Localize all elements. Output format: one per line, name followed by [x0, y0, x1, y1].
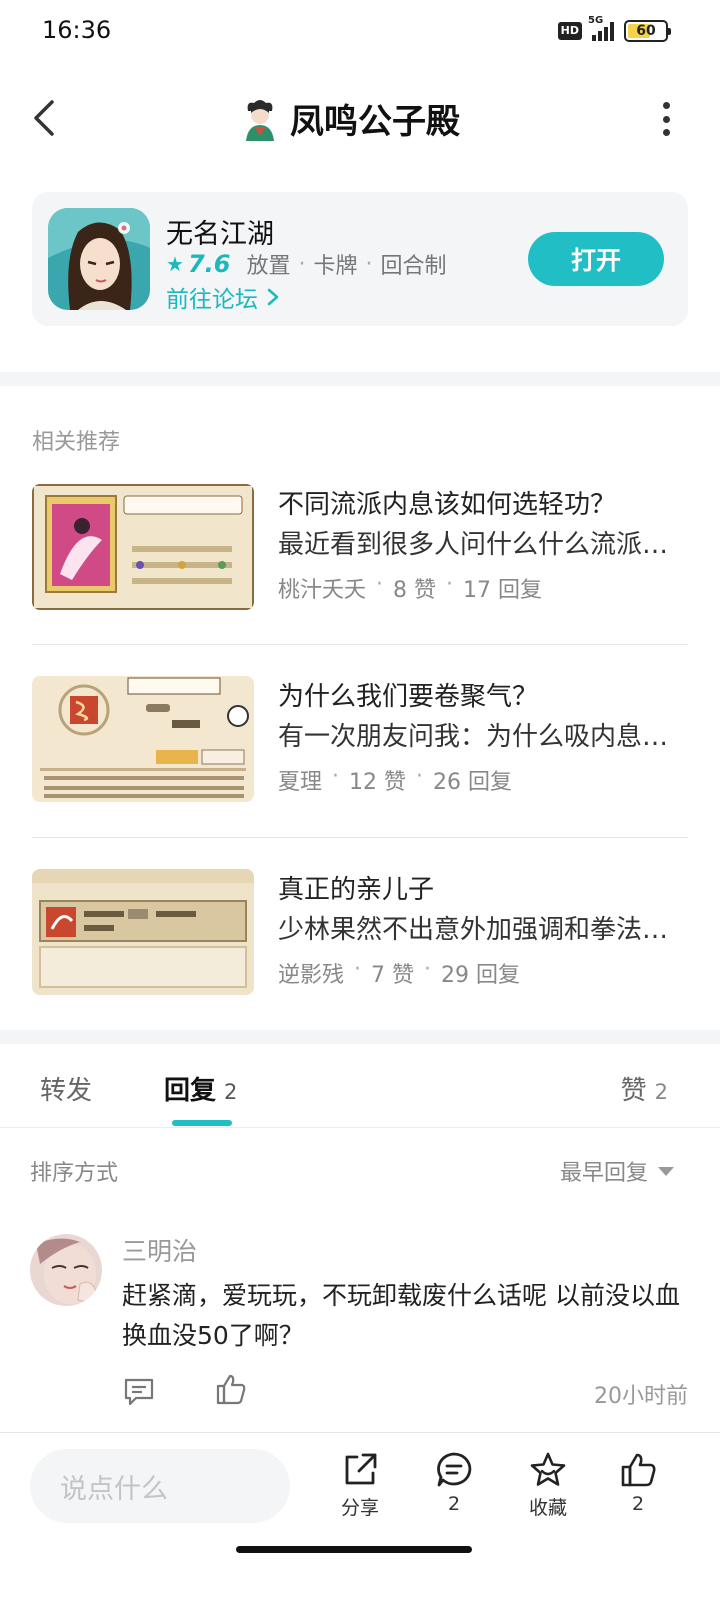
share-label: 分享	[340, 1497, 379, 1519]
chevron-right-icon	[267, 288, 279, 306]
comment-text: 赶紧滴，爱玩玩，不玩卸载废什么话呢 以前没以血换血没50了啊？	[122, 1281, 680, 1350]
recommend-excerpt: 少林果然不出意外加强调和拳法的效果	[278, 915, 688, 945]
hd-icon: HD	[557, 22, 582, 40]
game-icon	[48, 208, 150, 310]
status-bar: 16:36 HD 5G 60	[0, 0, 720, 64]
title-group: 凤鸣公子殿	[240, 94, 460, 143]
caret-down-icon	[658, 1166, 674, 1176]
recommend-item[interactable]: 不同流派内息该如何选轻功？ 最近看到很多人问什么什么流派该选什么轻功 桃汁夭夭 …	[32, 484, 688, 656]
sort-dropdown[interactable]: 最早回复	[560, 1155, 674, 1187]
header: 凤鸣公子殿	[0, 80, 720, 156]
comment-button[interactable]: 2	[414, 1451, 494, 1531]
recommend-thumbnail	[32, 676, 254, 802]
sort-label: 排序方式	[30, 1161, 119, 1186]
tag: 回合制	[380, 254, 447, 279]
open-game-button[interactable]: 打开	[528, 232, 664, 286]
comment-input[interactable]: 说点什么	[30, 1449, 290, 1523]
comment-username[interactable]: 三明治	[122, 1232, 197, 1268]
recommend-likes: 12 赞	[349, 770, 407, 795]
recommend-likes: 7 赞	[371, 963, 415, 988]
tag: 放置	[246, 254, 291, 279]
tab-reply-label: 回复	[164, 1076, 217, 1106]
recommend-item[interactable]: 真正的亲儿子 少林果然不出意外加强调和拳法的效果 逆影残 · 7 赞 · 29 …	[32, 869, 688, 1041]
tab-like-label: 赞	[620, 1076, 647, 1106]
home-indicator[interactable]	[236, 1546, 472, 1553]
tag: 卡牌	[313, 254, 358, 279]
recommend-title: 不同流派内息该如何选轻功？	[278, 490, 617, 520]
thumbs-up-icon	[621, 1453, 656, 1487]
tab-reply-count: 2	[224, 1080, 238, 1104]
tab-reply[interactable]: 回复 2	[164, 1070, 237, 1107]
comment-item: 三明治 赶紧滴，爱玩玩，不玩卸载废什么话呢 以前没以血换血没50了啊？ 20小时…	[30, 1232, 690, 1432]
game-card[interactable]: 无名江湖 ★ 7.6 放置 · 卡牌 · 回合制 前往论坛 打开	[32, 192, 688, 326]
forum-link-label: 前往论坛	[166, 287, 258, 313]
recommend-author: 桃汁夭夭	[278, 578, 367, 603]
back-icon[interactable]	[28, 96, 64, 140]
recommend-title: 为什么我们要卷聚气？	[278, 682, 539, 712]
recommend-replies: 26 回复	[433, 770, 513, 795]
interaction-tabs: 转发 回复 2 赞2	[0, 1048, 720, 1128]
comment-icon	[437, 1452, 472, 1487]
star-outline-icon	[530, 1452, 566, 1486]
recommend-meta: 桃汁夭夭 · 8 赞 · 17 回复	[278, 572, 543, 603]
comment-actions: 20小时前	[122, 1372, 688, 1412]
section-divider	[0, 372, 720, 386]
tab-forward[interactable]: 转发	[40, 1070, 92, 1107]
recommend-title: 真正的亲儿子	[278, 875, 435, 905]
status-time: 16:36	[42, 16, 112, 44]
status-icons: HD 5G 60	[557, 15, 671, 42]
share-icon	[345, 1453, 377, 1485]
item-divider	[32, 837, 688, 838]
favorite-button[interactable]: 收藏	[508, 1451, 588, 1531]
recommend-author: 逆影残	[278, 963, 345, 988]
sort-value: 最早回复	[559, 1161, 648, 1186]
game-name: 无名江湖	[166, 219, 274, 250]
network-type: 5G	[588, 15, 604, 26]
recommend-thumbnail	[32, 869, 254, 995]
recommend-meta: 逆影残 · 7 赞 · 29 回复	[278, 957, 521, 988]
like-button[interactable]: 2	[598, 1451, 678, 1531]
like-count: 2	[631, 1493, 645, 1515]
active-tab-indicator	[172, 1120, 232, 1126]
battery-level: 60	[636, 23, 656, 39]
recommend-meta: 夏理 · 12 赞 · 26 回复	[278, 764, 513, 795]
section-divider	[0, 1030, 720, 1044]
tab-like-count: 2	[654, 1080, 668, 1104]
recommend-likes: 8 赞	[393, 578, 437, 603]
recommend-replies: 29 回复	[441, 963, 521, 988]
forum-link[interactable]: 前往论坛	[166, 280, 280, 314]
signal-icon: 5G	[588, 15, 614, 41]
star-icon: ★	[166, 252, 184, 276]
avatar[interactable]	[30, 1234, 102, 1306]
bottom-action-bar: 说点什么 分享 2 收藏 2	[0, 1432, 720, 1540]
game-meta: ★ 7.6 放置 · 卡牌 · 回合制	[166, 250, 447, 279]
comment-time: 20小时前	[594, 1384, 688, 1409]
recommend-thumbnail	[32, 484, 254, 610]
item-divider	[32, 644, 688, 645]
thumbs-up-icon[interactable]	[214, 1372, 248, 1406]
reply-icon[interactable]	[122, 1374, 156, 1408]
recommend-author: 夏理	[278, 770, 323, 795]
recommend-item[interactable]: 为什么我们要卷聚气？ 有一次朋友问我：为什么吸内息要卷聚气 夏理 · 12 赞 …	[32, 676, 688, 848]
battery-icon: 60	[624, 20, 671, 42]
recommend-replies: 17 回复	[463, 578, 543, 603]
comment-count: 2	[447, 1493, 461, 1515]
share-button[interactable]: 分享	[320, 1451, 400, 1531]
recommend-excerpt: 有一次朋友问我：为什么吸内息要卷聚气	[278, 722, 688, 752]
tab-like[interactable]: 赞2	[621, 1070, 668, 1107]
author-avatar-icon	[246, 99, 274, 141]
favorite-label: 收藏	[528, 1497, 567, 1519]
recommend-label: 相关推荐	[32, 430, 121, 455]
game-score: 7.6	[187, 250, 231, 278]
recommend-excerpt: 最近看到很多人问什么什么流派该选什么轻功	[278, 530, 688, 560]
more-options-icon[interactable]	[660, 102, 672, 136]
page-title: 凤鸣公子殿	[290, 102, 460, 142]
